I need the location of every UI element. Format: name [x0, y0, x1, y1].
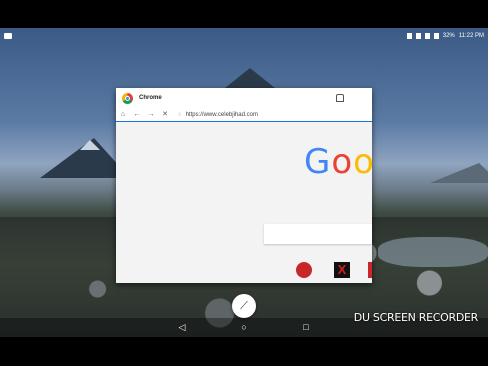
back-arrow-icon[interactable]: ←: [130, 108, 144, 121]
shortcut-tile-2[interactable]: X: [334, 262, 350, 278]
google-logo-o2: o: [353, 142, 372, 182]
google-logo-o1: o: [331, 142, 354, 182]
window-title: Chrome: [139, 95, 162, 101]
notification-icon: [4, 33, 12, 39]
battery-level: 32%: [442, 33, 455, 39]
status-icons: 32% 11:22 PM: [406, 33, 484, 39]
home-icon[interactable]: ⌂: [116, 108, 130, 121]
cast-icon: [406, 33, 412, 39]
mountain-right: [430, 163, 488, 183]
river-water: [378, 237, 488, 267]
home-circle-icon[interactable]: ○: [234, 318, 254, 337]
window-titlebar[interactable]: Chrome: [116, 88, 372, 108]
page-info-icon[interactable]: ◌: [178, 112, 182, 118]
close-icon[interactable]: ✕: [158, 108, 172, 121]
google-logo-g: G: [304, 142, 332, 182]
browser-toolbar: ⌂ ← → ✕ ◌ https://www.celebjihad.com: [116, 108, 372, 122]
chrome-window[interactable]: Chrome ⌂ ← → ✕ ◌ https://www.celebjihad.…: [116, 88, 372, 283]
lock-icon[interactable]: [336, 94, 344, 102]
clock: 11:22 PM: [458, 33, 484, 39]
shortcut-tile-1[interactable]: [296, 262, 312, 278]
google-logo: Goo: [304, 142, 372, 182]
back-icon[interactable]: ◁: [172, 318, 192, 337]
shortcut-tile-3[interactable]: [368, 262, 372, 278]
status-bar: 32% 11:22 PM: [0, 30, 488, 44]
recents-icon[interactable]: □: [296, 318, 316, 337]
page-content: Goo X: [116, 122, 372, 283]
wifi-icon: [424, 33, 430, 39]
chrome-logo-icon: [122, 92, 133, 104]
broom-clean-icon[interactable]: ⟋: [232, 294, 256, 318]
headphones-icon: [415, 33, 421, 39]
search-box[interactable]: [264, 224, 372, 244]
battery-icon: [433, 33, 439, 39]
forward-arrow-icon[interactable]: →: [144, 108, 158, 121]
url-text[interactable]: https://www.celebjihad.com: [186, 112, 258, 118]
url-bar[interactable]: ◌ https://www.celebjihad.com: [178, 112, 372, 118]
screen-recorder-watermark: DU SCREEN RECORDER: [353, 311, 479, 324]
